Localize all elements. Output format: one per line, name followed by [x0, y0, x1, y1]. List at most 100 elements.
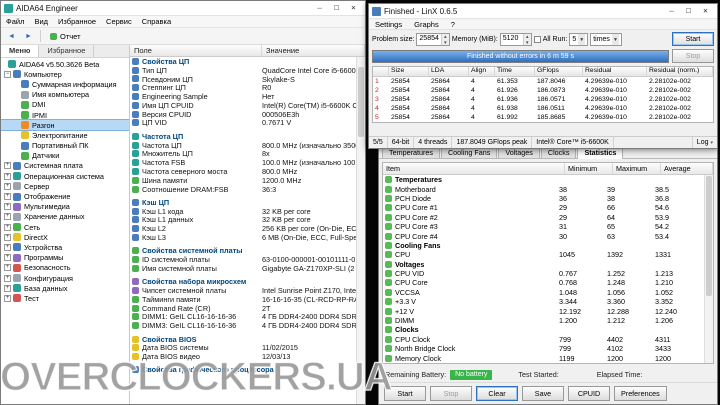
- detail-row[interactable]: Кэш L2 256 KB per core (On-Die, ECC, Ful…: [130, 224, 356, 233]
- detail-row[interactable]: Имя ЦП CPUID Intel(R) Core(TM) i5-6600K …: [130, 101, 356, 110]
- menu-item[interactable]: Сервис: [101, 17, 137, 26]
- tree-expander-icon[interactable]: +: [4, 213, 11, 220]
- tree-expander-icon[interactable]: +: [4, 244, 11, 251]
- tree-item[interactable]: Датчики: [1, 151, 129, 161]
- detail-row[interactable]: Свойства ЦП: [130, 57, 356, 66]
- tree-item[interactable]: + DirectX: [1, 232, 129, 242]
- detail-row[interactable]: Тайминги памяти 16-16-16-35 (CL-RCD-RP-R…: [130, 295, 356, 304]
- sensor-button[interactable]: Preferences: [614, 386, 667, 401]
- problem-size-spinner[interactable]: 25854 ▲▼: [416, 33, 449, 46]
- tree-expander-icon[interactable]: +: [4, 162, 11, 169]
- detail-row[interactable]: Частота ЦП 800.0 MHz (изначально 3500 MH…: [130, 141, 356, 150]
- results-column-header[interactable]: Time: [495, 67, 535, 76]
- detail-row[interactable]: Множитель ЦП 8x: [130, 149, 356, 158]
- tree-item[interactable]: DMI: [1, 100, 129, 110]
- tree-item[interactable]: + Сервер: [1, 181, 129, 191]
- close-icon[interactable]: ✕: [345, 2, 362, 15]
- detail-row[interactable]: Свойства системной платы: [130, 246, 356, 255]
- detail-row[interactable]: Имя системной платы Gigabyte GA-Z170XP-S…: [130, 264, 356, 273]
- tree-expander-icon[interactable]: −: [4, 71, 11, 78]
- tree-item[interactable]: Имя компьютера: [1, 90, 129, 100]
- tree-item[interactable]: − Компьютер: [1, 69, 129, 79]
- memory-spinner[interactable]: 5120 ▲▼: [500, 33, 532, 46]
- tree-item[interactable]: + Программы: [1, 253, 129, 263]
- sensor-button[interactable]: CPUID: [568, 386, 610, 401]
- tree-item[interactable]: Портативный ПК: [1, 141, 129, 151]
- detail-row[interactable]: Тип ЦП QuadCore Intel Core i5-6600K: [130, 66, 356, 75]
- detail-row[interactable]: Дата BIOS системы 11/02/2015: [130, 343, 356, 352]
- tree-expander-icon[interactable]: +: [4, 203, 11, 210]
- menu-item[interactable]: Settings: [369, 20, 408, 29]
- column-average[interactable]: Average: [661, 163, 713, 174]
- tree-expander-icon[interactable]: +: [4, 183, 11, 190]
- detail-row[interactable]: Чипсет системной платы Intel Sunrise Poi…: [130, 286, 356, 295]
- results-column-header[interactable]: Residual (norm.): [647, 67, 713, 76]
- results-column-header[interactable]: Residual: [583, 67, 647, 76]
- menu-item[interactable]: ?: [445, 20, 461, 29]
- detail-row[interactable]: Кэш ЦП: [130, 198, 356, 207]
- report-button[interactable]: Отчет: [45, 30, 86, 43]
- forward-icon[interactable]: ►: [21, 30, 36, 43]
- tree-item[interactable]: Суммарная информация: [1, 79, 129, 89]
- tree-expander-icon[interactable]: +: [4, 254, 11, 261]
- tree-item[interactable]: + Хранение данных: [1, 212, 129, 222]
- detail-row[interactable]: Кэш L1 кода 32 KB per core: [130, 207, 356, 216]
- detail-row[interactable]: Кэш L1 данных 32 KB per core: [130, 216, 356, 225]
- tree-item[interactable]: + Операционная система: [1, 171, 129, 181]
- tree-item[interactable]: + Системная плата: [1, 161, 129, 171]
- detail-row[interactable]: Частота северного моста 800.0 MHz: [130, 167, 356, 176]
- detail-row[interactable]: Command Rate (CR) 2T: [130, 304, 356, 313]
- scrollbar-thumb[interactable]: [358, 67, 364, 137]
- detail-row[interactable]: Дата BIOS видео 12/03/13: [130, 352, 356, 361]
- menu-item[interactable]: Файл: [1, 17, 29, 26]
- tree-item[interactable]: + Мультимедиа: [1, 202, 129, 212]
- column-item[interactable]: Item: [383, 163, 565, 174]
- sidebar-tab[interactable]: Меню: [1, 45, 39, 57]
- sensor-button[interactable]: Save: [522, 386, 564, 401]
- minimize-icon[interactable]: ─: [663, 5, 680, 18]
- detail-row[interactable]: Свойства набора микросхем: [130, 277, 356, 286]
- tree-expander-icon[interactable]: +: [4, 234, 11, 241]
- detail-row[interactable]: Свойства BIOS: [130, 335, 356, 344]
- tree-item[interactable]: IPMI: [1, 110, 129, 120]
- results-column-header[interactable]: Size: [389, 67, 429, 76]
- tree-item[interactable]: + База данных: [1, 283, 129, 293]
- run-units-select[interactable]: times ▼: [590, 33, 622, 46]
- menu-item[interactable]: Graphs: [408, 20, 445, 29]
- tree-expander-icon[interactable]: +: [4, 193, 11, 200]
- start-button[interactable]: Start: [672, 32, 714, 46]
- results-column-header[interactable]: LDA: [429, 67, 469, 76]
- all-checkbox[interactable]: [534, 36, 541, 43]
- detail-row[interactable]: Частота ЦП: [130, 132, 356, 141]
- column-value[interactable]: Значение: [262, 45, 365, 56]
- menu-item[interactable]: Справка: [137, 17, 176, 26]
- aida64-titlebar[interactable]: AIDA64 Engineer ─ ☐ ✕: [1, 1, 365, 16]
- tree-item[interactable]: + Устройства: [1, 242, 129, 252]
- spinner-arrows-icon[interactable]: ▲▼: [523, 34, 531, 45]
- run-count-select[interactable]: 5 ▼: [569, 33, 588, 46]
- tree-item[interactable]: + Конфигурация: [1, 273, 129, 283]
- minimize-icon[interactable]: ─: [311, 2, 328, 15]
- detail-row[interactable]: ЦП VID 0.7671 V: [130, 119, 356, 128]
- linx-titlebar[interactable]: Finished - LinX 0.6.5 ─ ☐ ✕: [369, 4, 717, 19]
- stop-button[interactable]: Stop: [672, 49, 714, 63]
- menu-item[interactable]: Избранное: [53, 17, 101, 26]
- menu-item[interactable]: Вид: [29, 17, 53, 26]
- sensor-button[interactable]: Clear: [476, 386, 518, 401]
- detail-row[interactable]: DIMM3: GeIL CL16-16-16-36 4 ГБ DDR4-2400…: [130, 321, 356, 330]
- tree-item[interactable]: + Безопасность: [1, 263, 129, 273]
- back-icon[interactable]: ◄: [4, 30, 19, 43]
- tree-expander-icon[interactable]: +: [4, 285, 11, 292]
- tree-expander-icon[interactable]: +: [4, 275, 11, 282]
- detail-row[interactable]: Версия CPUID 000506E3h: [130, 110, 356, 119]
- tree-item[interactable]: + Тест: [1, 293, 129, 303]
- tree-expander-icon[interactable]: +: [4, 264, 11, 271]
- problem-size-value[interactable]: 25854: [417, 34, 440, 45]
- sensor-button[interactable]: Start: [384, 386, 426, 401]
- detail-row[interactable]: ID системной платы 63-0100-000001-001011…: [130, 255, 356, 264]
- sensor-button[interactable]: Stop: [430, 386, 472, 401]
- tree-item[interactable]: AIDA64 v5.50.3626 Beta: [1, 59, 129, 69]
- column-field[interactable]: Поле: [130, 45, 262, 56]
- spinner-arrows-icon[interactable]: ▲▼: [441, 34, 449, 45]
- tree-item[interactable]: + Сеть: [1, 222, 129, 232]
